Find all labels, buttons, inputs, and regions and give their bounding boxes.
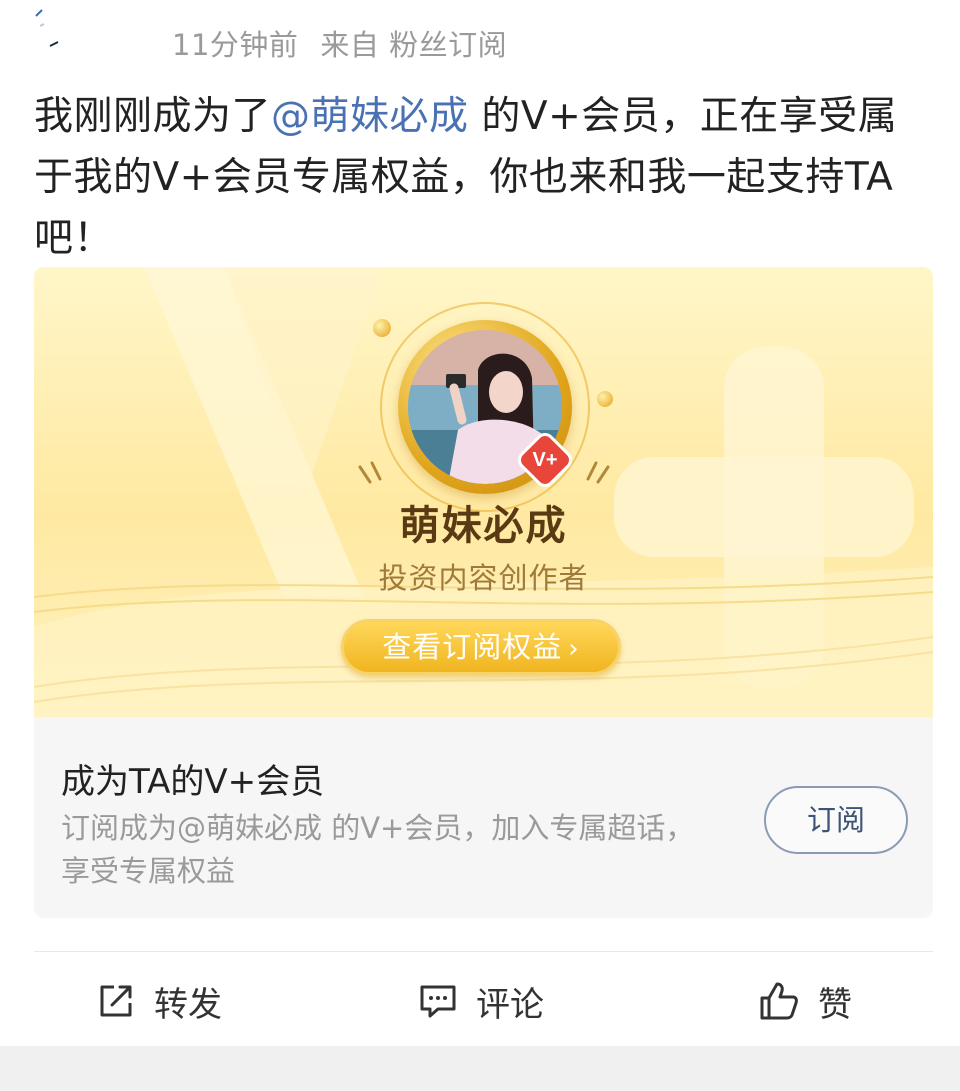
comment-label: 评论: [476, 984, 544, 1025]
bottom-separator: [0, 1046, 960, 1091]
subscribe-button[interactable]: 订阅: [764, 786, 908, 854]
vplus-badge-text: V+: [532, 449, 558, 471]
chevron-right-icon: ›: [568, 634, 580, 664]
like-button[interactable]: 赞: [758, 975, 852, 1027]
post-meta: 11分钟前 来自 粉丝订阅: [172, 22, 529, 64]
vplus-card[interactable]: V+ 萌妹必成 投资内容创作者 查看订阅权益 › 成为TA的V+会员 订阅成为@萌…: [34, 267, 933, 918]
forward-button[interactable]: 转发: [96, 975, 222, 1027]
view-benefits-button[interactable]: 查看订阅权益 ›: [341, 619, 621, 675]
gold-dot: [373, 319, 391, 337]
join-title: 成为TA的V+会员: [61, 762, 325, 802]
view-benefits-label: 查看订阅权益: [382, 630, 563, 664]
share-arrow-icon: [100, 985, 132, 1017]
thumbs-up-icon: [760, 982, 798, 1020]
comment-bubble-icon: [420, 985, 456, 1018]
post-header: 11分钟前 来自 粉丝订阅: [0, 0, 960, 70]
author-name-cropped[interactable]: [180, 0, 380, 6]
creator-role: 投资内容创作者: [378, 561, 589, 595]
divider: [34, 951, 933, 952]
action-bar: 转发 评论 赞: [0, 975, 960, 1027]
post-text: 我刚刚成为了@萌妹必成 的V+会员，正在享受属于我的V+会员专属权益，你也来和我…: [34, 86, 924, 269]
mention-link[interactable]: @萌妹必成: [271, 94, 469, 139]
gold-dot: [597, 391, 613, 407]
creator-name[interactable]: 萌妹必成: [34, 493, 933, 551]
comment-button[interactable]: 评论: [418, 975, 544, 1027]
post-text-before: 我刚刚成为了: [34, 94, 272, 139]
like-label: 赞: [818, 984, 852, 1025]
author-avatar[interactable]: [26, 0, 86, 52]
post-source: 来自 粉丝订阅: [320, 28, 508, 62]
join-description: 订阅成为@萌妹必成 的V+会员，加入专属超话，享受专属权益: [61, 811, 695, 888]
post-time: 11分钟前: [172, 28, 299, 62]
vplus-banner[interactable]: V+ 萌妹必成 投资内容创作者 查看订阅权益 ›: [34, 267, 933, 717]
forward-label: 转发: [154, 984, 222, 1025]
